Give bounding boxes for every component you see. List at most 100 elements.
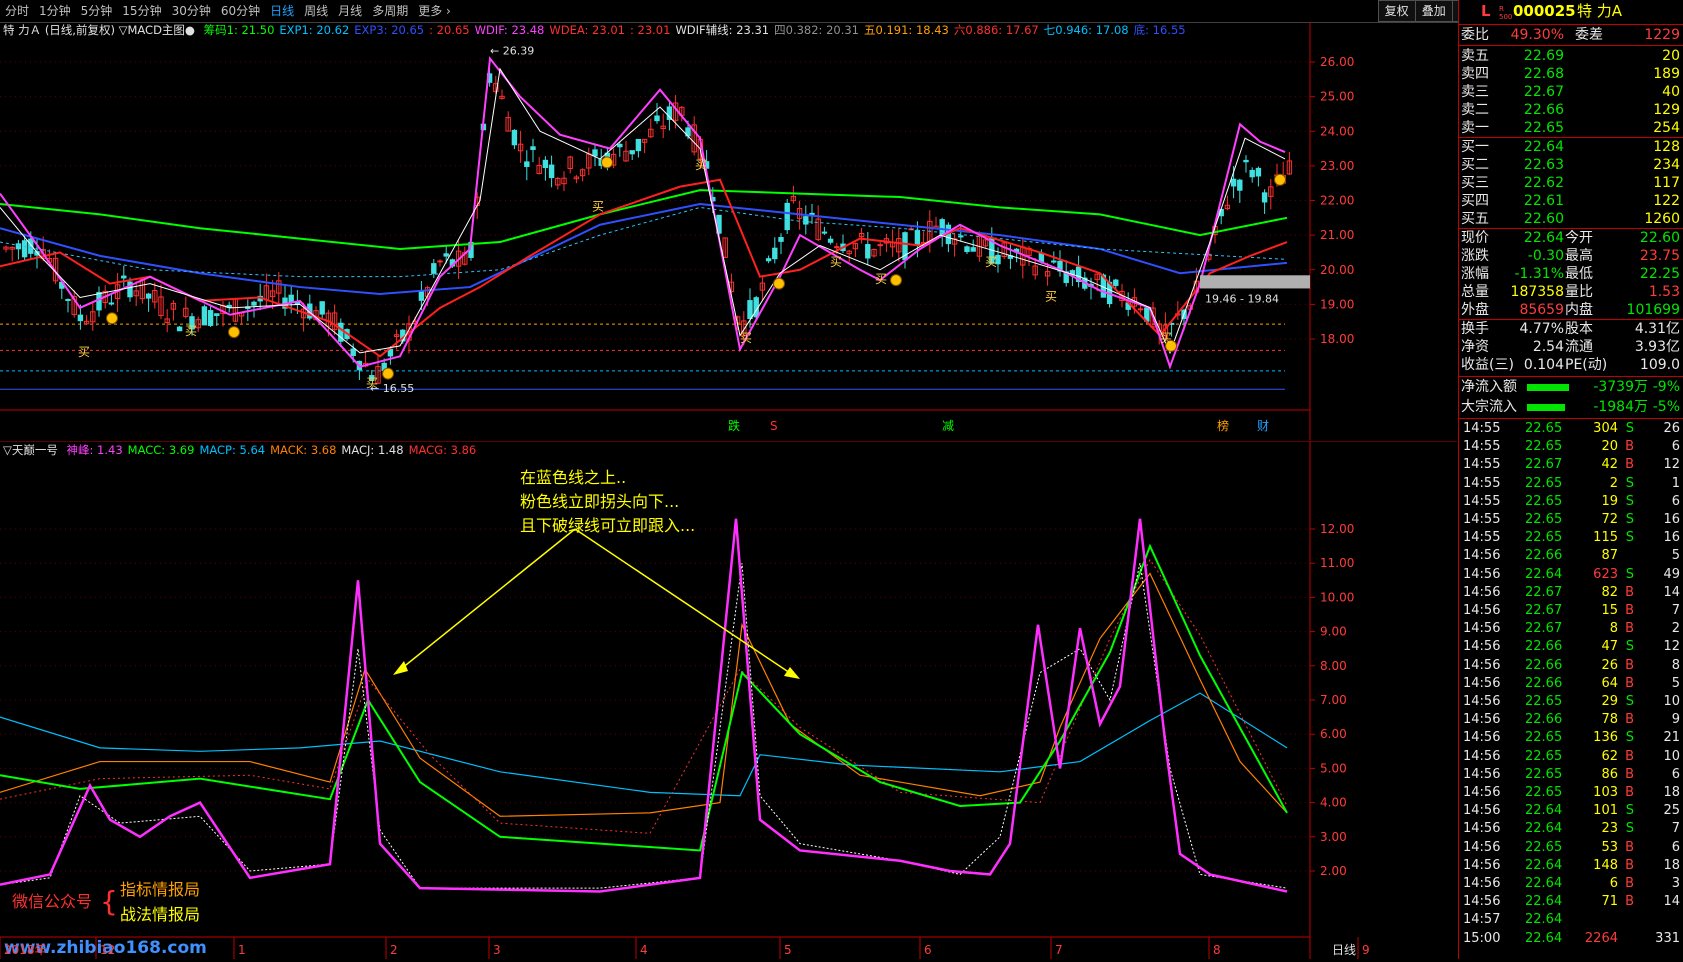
kline-chart[interactable]: 26.00 25.00 24.00 23.00 22.00 21.00 20.00 19.00… [0, 22, 1457, 440]
level-label: 买三 [1461, 175, 1489, 191]
tick-price: 22.65 [1525, 694, 1563, 709]
tick-volume: 87 [1601, 548, 1618, 564]
tick-time: 14:55 [1463, 421, 1501, 436]
tick-side: B [1625, 439, 1634, 455]
stat-row: 外盘 85659 内盘 101699 [1459, 301, 1683, 320]
price-tick-label: 18.00 [1320, 332, 1354, 346]
tick-price: 22.66 [1525, 657, 1563, 673]
tick-time: 14:56 [1463, 766, 1501, 782]
tick-side: B [1625, 876, 1634, 891]
period-tab[interactable]: 15分钟 [117, 0, 166, 22]
tick-row: 14:56 22.67 82 B 14 [1459, 584, 1683, 602]
candle-down [350, 348, 356, 356]
period-tab[interactable]: 周线 [299, 0, 333, 22]
tick-side: S [1625, 566, 1634, 582]
legend-item: WDIF: 23.48 [475, 23, 545, 37]
chevron-right-icon: › [442, 4, 451, 18]
tick-time: 14:56 [1463, 657, 1501, 673]
stat-value: -0.30 [1527, 248, 1564, 264]
tick-row: 14:56 22.66 78 B 9 [1459, 711, 1683, 729]
period-tab[interactable]: 日线 [265, 0, 299, 22]
signal-label: 榜 [1217, 418, 1229, 433]
signal-label: 财 [1257, 419, 1269, 433]
market-badge: L [1481, 2, 1491, 20]
tick-time: 14:56 [1463, 694, 1501, 709]
stat-row: 涨幅 -1.31% 最低 22.25 [1459, 265, 1683, 284]
gold-dot-icon [382, 367, 394, 380]
candle-down [1051, 260, 1057, 263]
chart-mode: (日线,前复权) [45, 23, 119, 37]
tick-side: B [1625, 748, 1634, 764]
stat-label: 最高 [1565, 248, 1593, 264]
period-tab[interactable]: 更多 › [413, 0, 456, 22]
period-tab[interactable]: 月线 [333, 0, 367, 22]
sell-level: 卖一 22.65 254 [1459, 119, 1683, 138]
legend-item: : 20.65 [429, 23, 469, 37]
tick-side: S [1625, 421, 1634, 436]
info-label: 股本 [1565, 321, 1593, 337]
info-label: 换手 [1461, 321, 1489, 337]
candle-down [542, 159, 549, 169]
tick-time: 14:56 [1463, 857, 1501, 873]
tick-time: 14:56 [1463, 603, 1501, 618]
tick-count: 8 [1671, 657, 1680, 673]
toolbar-button[interactable]: 复权 [1377, 0, 1416, 22]
stat-value: 85659 [1519, 302, 1564, 318]
signal-label: 跌 [728, 418, 740, 433]
tick-time: 14:56 [1463, 785, 1501, 800]
price-tick-label: 20.00 [1320, 263, 1354, 277]
period-tab[interactable]: 5分钟 [76, 0, 118, 22]
buy-marker: 买 [695, 158, 707, 172]
exp3-line [0, 202, 1288, 295]
candle-up [834, 246, 840, 249]
tick-time: 14:55 [1463, 512, 1501, 527]
period-tab[interactable]: 分时 [0, 0, 34, 22]
level-price: 22.65 [1523, 120, 1564, 136]
date-label: 9 [1362, 943, 1370, 957]
candle-down [121, 275, 127, 279]
kline-svg[interactable]: 26.00 25.00 24.00 23.00 22.00 21.00 20.00 19.00… [0, 22, 1457, 440]
tick-time: 14:56 [1463, 712, 1501, 728]
tick-row: 14:55 22.65 19 S 6 [1459, 493, 1683, 511]
tick-time: 14:55 [1463, 457, 1501, 473]
signal-label: 减 [942, 419, 954, 433]
price-tick-label: 19.00 [1320, 297, 1354, 311]
candle-down [511, 129, 518, 146]
flow-value: -1984万 [1593, 399, 1648, 415]
tick-price: 22.65 [1525, 766, 1563, 782]
gold-dot-icon [890, 274, 902, 287]
price-tick-label: 22.00 [1320, 194, 1354, 208]
candle-down [803, 216, 809, 225]
legend-item: 底: 16.55 [1134, 23, 1186, 37]
tick-volume: 62 [1601, 748, 1618, 764]
indicator-svg[interactable]: 12.0011.0010.009.008.007.006.005.004.003… [0, 440, 1457, 959]
indicator-chart[interactable]: 12.00 11.00 10.00 9.00 8.00 7.00 6.00 5.00 4.00 3… [0, 440, 1457, 959]
period-tab[interactable]: 1分钟 [34, 0, 76, 22]
period-tab[interactable]: 60分钟 [216, 0, 265, 22]
level-volume: 1260 [1644, 211, 1680, 227]
tick-time: 14:57 [1463, 912, 1501, 928]
toolbar-button[interactable]: 叠加 [1414, 0, 1453, 22]
tick-price: 22.65 [1525, 730, 1563, 746]
tick-volume: 8 [1609, 621, 1618, 637]
weibi-label: 委比 [1461, 27, 1489, 43]
candle-down [214, 313, 220, 316]
date-label: 2018年 [4, 943, 47, 957]
level-label: 买二 [1461, 157, 1489, 173]
tick-side: B [1625, 839, 1634, 855]
top-toolbar: 分时1分钟5分钟15分钟30分钟60分钟日线周线月线多周期更多 › 复权叠加统计… [0, 0, 1683, 23]
macp-line [0, 692, 1288, 797]
tick-count: 3 [1671, 876, 1680, 891]
separator [1459, 24, 1683, 25]
level-price: 22.69 [1523, 48, 1564, 64]
tick-price: 22.64 [1525, 803, 1563, 819]
candle-down [96, 291, 102, 311]
period-tab[interactable]: 30分钟 [167, 0, 216, 22]
tick-count: 14 [1663, 584, 1680, 600]
candle-down [772, 247, 778, 260]
level-volume: 129 [1653, 102, 1680, 118]
stat-value: 22.64 [1523, 230, 1564, 246]
period-tab[interactable]: 多周期 [367, 0, 413, 22]
candle-down [1038, 252, 1045, 262]
tick-count: 18 [1663, 857, 1680, 873]
